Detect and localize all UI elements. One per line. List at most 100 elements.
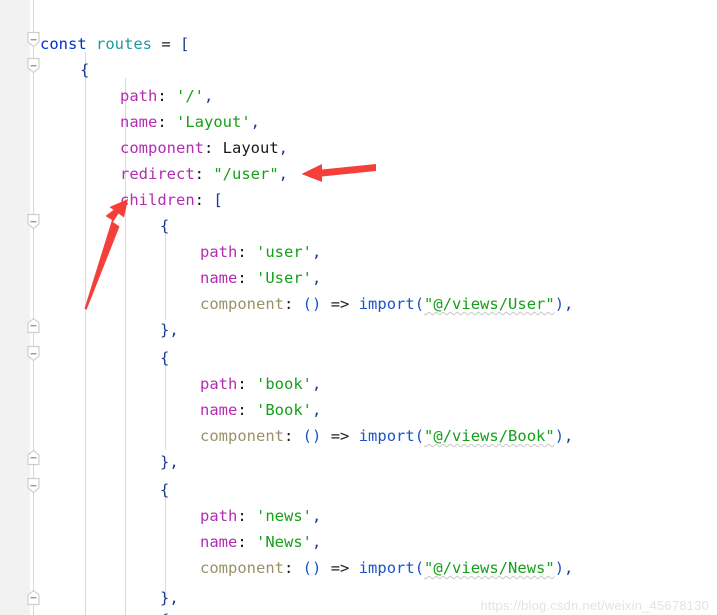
code-token: '/' [176, 87, 204, 105]
code-token: : [237, 401, 256, 419]
code-token: { [160, 217, 170, 235]
code-line[interactable]: path: 'news', [200, 503, 321, 529]
code-token: "@/views/News" [424, 559, 555, 577]
code-line[interactable]: name: 'News', [200, 529, 321, 555]
code-token: { [160, 349, 170, 367]
code-line[interactable]: path: 'user', [200, 239, 321, 265]
code-token: : [237, 375, 256, 393]
code-token: () [302, 559, 322, 577]
code-token: 'book' [256, 375, 312, 393]
code-token: Layout [222, 139, 279, 157]
code-token: : [284, 559, 303, 577]
code-token: , [312, 533, 322, 551]
code-line[interactable]: children: [ [120, 187, 223, 213]
code-token: 'news' [256, 507, 312, 525]
code-line[interactable]: { [160, 345, 169, 371]
code-token: , [312, 507, 322, 525]
code-line[interactable]: redirect: "/user", [120, 161, 288, 187]
code-token: { [80, 61, 90, 79]
code-token: component [200, 295, 284, 313]
code-token: : [284, 295, 303, 313]
code-token: ) [554, 559, 565, 577]
code-line[interactable]: { [160, 607, 169, 615]
code-token: [ [180, 35, 190, 53]
code-token: , [204, 87, 214, 105]
code-token: 'News' [256, 533, 312, 551]
code-token: name [200, 533, 238, 551]
code-token: 'Layout' [176, 113, 251, 131]
code-token: } [160, 589, 170, 607]
code-token: import [358, 295, 415, 313]
code-token: component [120, 139, 204, 157]
code-line[interactable]: component: () => import("@/views/News"), [200, 555, 573, 581]
code-token: , [169, 589, 179, 607]
code-token: : [204, 139, 223, 157]
code-token: path [200, 243, 238, 261]
code-token: path [120, 87, 158, 105]
code-token: : [237, 269, 256, 287]
code-token: => [330, 559, 350, 577]
code-line[interactable]: const routes = [ [40, 31, 189, 57]
code-token: : [157, 113, 176, 131]
code-line[interactable]: }, [160, 449, 179, 475]
code-token: : [194, 191, 214, 209]
code-token: "@/views/User" [424, 295, 555, 313]
code-line[interactable]: name: 'Layout', [120, 109, 260, 135]
code-token: redirect [120, 165, 195, 183]
code-token: 'User' [256, 269, 312, 287]
code-line[interactable]: name: 'User', [200, 265, 321, 291]
code-token: import [358, 559, 415, 577]
code-token: ( [414, 427, 425, 445]
code-token: : [157, 87, 176, 105]
code-token: name [200, 401, 238, 419]
code-token: name [120, 113, 158, 131]
code-token: [ [213, 191, 223, 209]
code-token: = [161, 35, 171, 53]
code-line[interactable]: path: '/', [120, 83, 213, 109]
code-token: , [564, 427, 574, 445]
code-token: "/user" [213, 165, 279, 183]
code-token: , [564, 295, 574, 313]
code-content[interactable]: const routes = [{path: '/', name: 'Layout… [0, 0, 717, 615]
code-token: , [312, 243, 322, 261]
code-token: import [358, 427, 415, 445]
code-token: , [278, 139, 289, 157]
code-token: : [284, 427, 303, 445]
code-token: 'user' [256, 243, 312, 261]
code-token: { [160, 481, 170, 499]
code-line[interactable]: component: Layout, [120, 135, 288, 161]
code-token: path [200, 375, 238, 393]
code-token: routes [96, 35, 153, 53]
code-token: name [200, 269, 238, 287]
code-token: () [302, 427, 322, 445]
code-token: : [194, 165, 214, 183]
code-token: , [564, 559, 574, 577]
code-token: , [312, 269, 322, 287]
code-token: , [312, 401, 322, 419]
code-token: component [200, 427, 284, 445]
code-token: path [200, 507, 238, 525]
code-line[interactable]: { [160, 213, 169, 239]
code-token: , [169, 321, 179, 339]
code-token: : [237, 533, 256, 551]
code-line[interactable]: { [80, 57, 89, 83]
code-token: ( [414, 559, 425, 577]
code-line[interactable]: name: 'Book', [200, 397, 321, 423]
code-token: => [330, 427, 350, 445]
code-token: } [160, 321, 170, 339]
code-line[interactable]: { [160, 477, 169, 503]
code-token: ) [554, 295, 565, 313]
code-line[interactable]: component: () => import("@/views/Book"), [200, 423, 573, 449]
code-line[interactable]: }, [160, 317, 179, 343]
code-line[interactable]: path: 'book', [200, 371, 321, 397]
code-token: ) [554, 427, 565, 445]
code-token: component [200, 559, 284, 577]
code-line[interactable]: component: () => import("@/views/User"), [200, 291, 573, 317]
code-token: 'Book' [256, 401, 312, 419]
